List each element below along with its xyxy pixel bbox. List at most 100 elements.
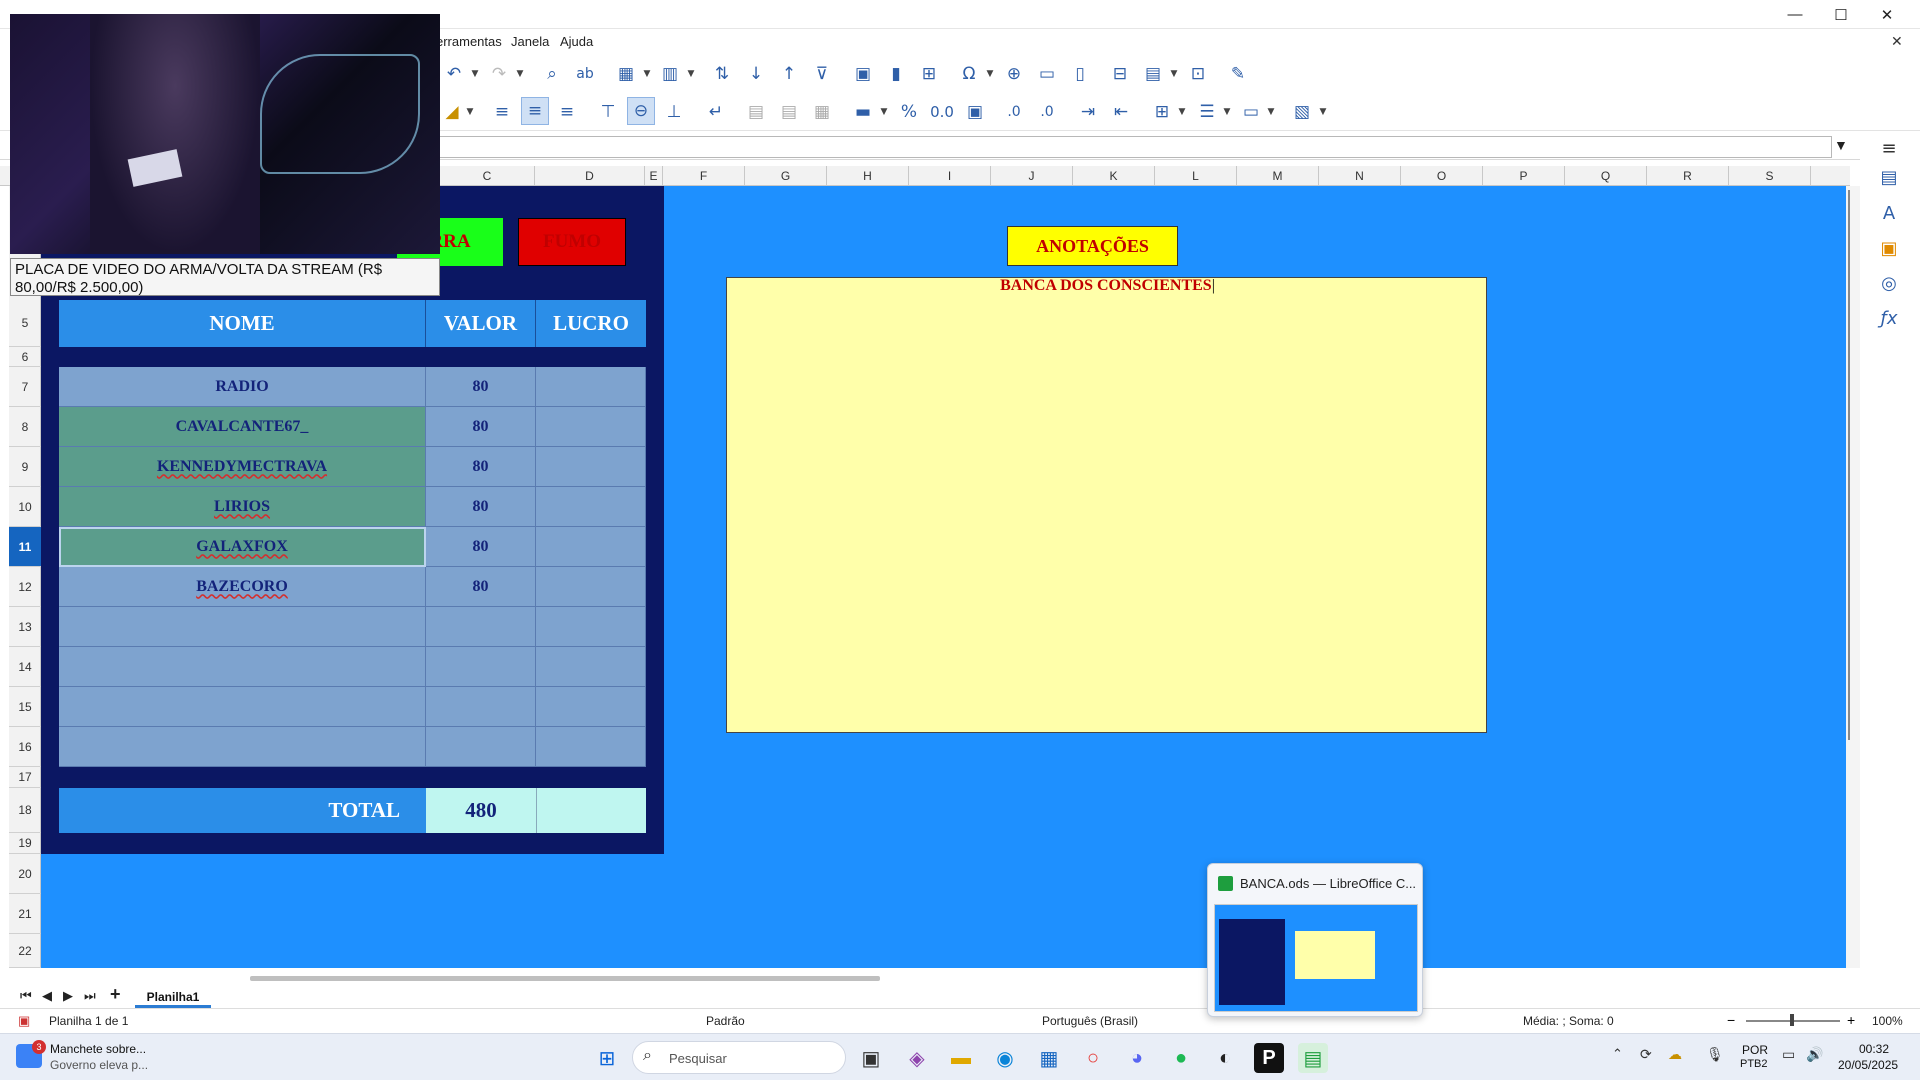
cell-valor[interactable] bbox=[426, 727, 536, 767]
cell-nome[interactable] bbox=[59, 647, 426, 687]
background-color-icon[interactable]: ◢ bbox=[438, 98, 466, 126]
column-header-p[interactable]: P bbox=[1483, 166, 1565, 186]
close-document-button[interactable]: ✕ bbox=[1891, 33, 1903, 50]
column-header-k[interactable]: K bbox=[1073, 166, 1155, 186]
menu-ferramentas[interactable]: erramentas bbox=[436, 34, 502, 49]
column-header-l[interactable]: L bbox=[1155, 166, 1237, 186]
sort-descending-icon[interactable]: ↑ bbox=[775, 60, 803, 88]
cell-valor[interactable]: 80 bbox=[426, 527, 536, 567]
split-window-icon[interactable]: ⊡ bbox=[1184, 60, 1212, 88]
column-header-e[interactable]: E bbox=[645, 166, 663, 186]
total-lucro[interactable] bbox=[536, 788, 646, 833]
row-header-5[interactable]: 5 bbox=[9, 300, 41, 347]
notes-box[interactable]: BANCA DOS CONSCIENTES| bbox=[726, 277, 1487, 733]
align-right-icon[interactable]: ≡ bbox=[553, 98, 581, 126]
weather-icon[interactable]: ☁ bbox=[1668, 1046, 1682, 1063]
column-header-f[interactable]: F bbox=[663, 166, 745, 186]
row-header-14[interactable]: 14 bbox=[9, 647, 41, 687]
news-subtitle[interactable]: Governo eleva p... bbox=[50, 1058, 148, 1072]
row-header-16[interactable]: 16 bbox=[9, 727, 41, 767]
special-character-dropdown-icon[interactable]: ▼ bbox=[984, 60, 996, 88]
cell-lucro[interactable] bbox=[536, 487, 646, 527]
delete-decimal-icon[interactable]: .0 bbox=[1033, 98, 1061, 126]
number-format-icon[interactable]: 0.0 bbox=[928, 98, 956, 126]
column-header-c[interactable]: C bbox=[440, 166, 535, 186]
row-header-12[interactable]: 12 bbox=[9, 567, 41, 607]
cell-nome[interactable]: LIRIOS bbox=[59, 487, 426, 527]
sync-icon[interactable]: ⟳ bbox=[1640, 1046, 1652, 1063]
row-header-11[interactable]: 11 bbox=[9, 527, 41, 567]
properties-icon[interactable]: ▤ bbox=[1876, 164, 1902, 190]
header-nome[interactable]: NOME bbox=[59, 300, 426, 347]
undo-icon[interactable]: ↶ bbox=[440, 60, 468, 88]
pivot-table-icon[interactable]: ⊞ bbox=[915, 60, 943, 88]
cell-nome[interactable] bbox=[59, 607, 426, 647]
show-hidden-icons[interactable]: ⌃ bbox=[1612, 1046, 1623, 1062]
microphone-icon[interactable]: 🎙 bbox=[1706, 1046, 1724, 1063]
row-icon[interactable]: ▦ bbox=[612, 60, 640, 88]
row-header-18[interactable]: 18 bbox=[9, 788, 41, 833]
sort-icon[interactable]: ⇅ bbox=[708, 60, 736, 88]
column-header-j[interactable]: J bbox=[991, 166, 1073, 186]
row-header-21[interactable]: 21 bbox=[9, 894, 41, 934]
column-header-n[interactable]: N bbox=[1319, 166, 1401, 186]
zoom-in-button[interactable]: + bbox=[1847, 1012, 1855, 1028]
menu-ajuda[interactable]: Ajuda bbox=[560, 34, 593, 49]
column-header-d[interactable]: D bbox=[535, 166, 645, 186]
last-sheet-icon[interactable]: ⏭ bbox=[84, 988, 96, 1004]
cell-lucro[interactable] bbox=[536, 447, 646, 487]
conditional-format-icon[interactable]: ▧ bbox=[1288, 98, 1316, 126]
row-header-7[interactable]: 7 bbox=[9, 367, 41, 407]
task-view-icon[interactable]: ▣ bbox=[856, 1043, 886, 1073]
sort-ascending-icon[interactable]: ↓ bbox=[742, 60, 770, 88]
clock-time[interactable]: 00:32 bbox=[1859, 1042, 1889, 1056]
zoom-slider-thumb[interactable] bbox=[1790, 1014, 1794, 1026]
selection-summary[interactable]: Média: ; Soma: 0 bbox=[1523, 1014, 1614, 1028]
wrap-text-icon[interactable]: ↵ bbox=[702, 98, 730, 126]
cell-valor[interactable] bbox=[426, 607, 536, 647]
column-header-q[interactable]: Q bbox=[1565, 166, 1647, 186]
previous-sheet-icon[interactable]: ◀ bbox=[42, 988, 52, 1004]
undo-dropdown-icon[interactable]: ▼ bbox=[469, 60, 481, 88]
border-color-icon[interactable]: ▭ bbox=[1237, 98, 1265, 126]
column-header-g[interactable]: G bbox=[745, 166, 827, 186]
network-icon[interactable]: ▭ bbox=[1782, 1046, 1795, 1063]
cell-nome[interactable]: BAZECORO bbox=[59, 567, 426, 607]
spreadsheet-grid[interactable]: RRA FUMO NOME VALOR LUCRO RADIO 80 CAVAL… bbox=[41, 186, 1846, 968]
currency-dropdown-icon[interactable]: ▼ bbox=[878, 98, 890, 126]
next-sheet-icon[interactable]: ▶ bbox=[63, 988, 73, 1004]
cell-valor[interactable]: 80 bbox=[426, 407, 536, 447]
functions-icon[interactable]: ƒx bbox=[1876, 305, 1902, 331]
close-button[interactable]: ✕ bbox=[1864, 0, 1910, 29]
row-header-15[interactable]: 15 bbox=[9, 687, 41, 727]
row-header-9[interactable]: 9 bbox=[9, 447, 41, 487]
header-footer-icon[interactable]: ▯ bbox=[1066, 60, 1094, 88]
cell-lucro[interactable] bbox=[536, 367, 646, 407]
redo-icon[interactable]: ↷ bbox=[485, 60, 513, 88]
menu-janela[interactable]: Janela bbox=[511, 34, 549, 49]
vertical-scrollbar[interactable] bbox=[1846, 186, 1860, 968]
libreoffice-calc-icon[interactable]: ▤ bbox=[1298, 1043, 1328, 1073]
cell-valor[interactable]: 80 bbox=[426, 487, 536, 527]
expand-formula-bar-icon[interactable]: ▼ bbox=[1834, 137, 1848, 153]
row-header-17[interactable]: 17 bbox=[9, 767, 41, 788]
cell-lucro[interactable] bbox=[536, 727, 646, 767]
file-explorer-icon[interactable]: ▬ bbox=[946, 1043, 976, 1073]
freeze-rows-icon[interactable]: ▤ bbox=[1139, 60, 1167, 88]
cell-valor[interactable] bbox=[426, 687, 536, 727]
fumo-button-cell[interactable]: FUMO bbox=[518, 218, 626, 266]
cell-lucro[interactable] bbox=[536, 567, 646, 607]
header-lucro[interactable]: LUCRO bbox=[536, 300, 646, 347]
row-header-10[interactable]: 10 bbox=[9, 487, 41, 527]
date-format-icon[interactable]: ▣ bbox=[961, 98, 989, 126]
insert-chart-icon[interactable]: ▮ bbox=[882, 60, 910, 88]
language-status[interactable]: Português (Brasil) bbox=[1042, 1014, 1138, 1028]
align-center-icon[interactable]: ≡ bbox=[521, 97, 549, 125]
cell-nome-selected[interactable]: GALAXFOX bbox=[59, 527, 426, 567]
conditional-format-dropdown-icon[interactable]: ▼ bbox=[1317, 98, 1329, 126]
cell-lucro[interactable] bbox=[536, 407, 646, 447]
store-icon[interactable]: ▦ bbox=[1034, 1043, 1064, 1073]
unmerge-cells-icon[interactable]: ▦ bbox=[808, 98, 836, 126]
percent-format-icon[interactable]: % bbox=[895, 98, 923, 126]
border-style-icon[interactable]: ☰ bbox=[1193, 98, 1221, 126]
